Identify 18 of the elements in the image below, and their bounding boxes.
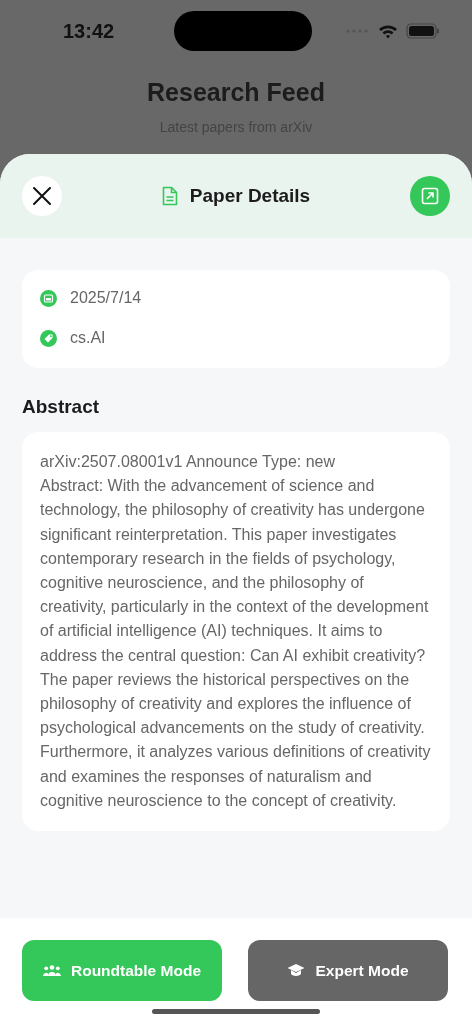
section-heading: Abstract [22, 396, 101, 418]
battery-icon [406, 23, 440, 39]
date-text: 2025/7/14 [70, 289, 142, 307]
close-icon [32, 186, 52, 206]
external-link-icon [421, 187, 439, 205]
calendar-icon [40, 289, 57, 307]
document-icon [161, 186, 178, 206]
category-text: cs.AI [70, 329, 106, 347]
page-title: Research Feed [147, 78, 325, 107]
close-button[interactable] [22, 176, 62, 216]
wifi-icon [378, 23, 398, 39]
abstract-text: arXiv:2507.08001v1 Announce Type: new Abstract: With the advancement of science and technology, the philosophy of creativity has undergone significant reinterpretation. This paper investigates contemporary research in the fields of psychology, cognitive neuroscience, and the philosophy of creativity, particularly in the context of the development of artificial intelligence (AI) techniques. It aims to address the central question: Can AI exhibit creativity? The paper reviews the historical perspectives on the philosophy of creativity and explores the influence of psychological advancements on the study of creativity. Furthermore, it analyzes various definitions of creativity and examines the responses of naturalism and cognitive neuroscience to the concept of creativity. [40, 452, 432, 811]
status-time: 13:42 [63, 19, 115, 43]
people-icon [43, 965, 61, 976]
tag-icon [40, 329, 57, 347]
sheet-title: Paper Details [189, 185, 311, 207]
graduation-cap-icon [287, 963, 306, 978]
expert-mode-button[interactable]: Expert Mode [248, 940, 448, 1001]
